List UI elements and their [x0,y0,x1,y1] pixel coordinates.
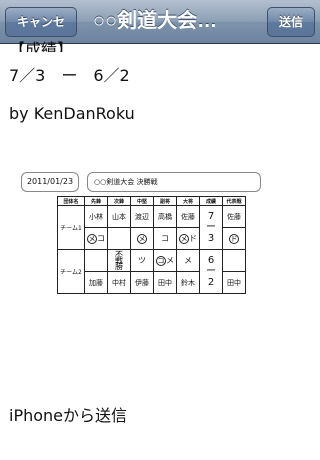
team2-player: 伊藤 [130,271,154,294]
score-sheet-image: 2011/01/23 ○○剣道大会 決勝戦 団体名 先鋒 次鋒 中堅 副将 大将… [21,170,261,324]
results-score: 7／3 ー 6／2 [9,66,130,85]
team1-daihyo-player: 佐藤 [222,205,246,228]
ippon-circle: メ [179,234,189,244]
team1-name: チーム1 [57,205,85,250]
ippon-circle: メ [137,233,147,244]
team2-player: 鈴木 [176,271,200,294]
waza-text: コ [161,234,169,243]
team2-waza-row: チーム2 不戦勝 ツ コメ メ 6 ー 2 [57,249,246,294]
team1-points: 3 [207,233,215,244]
waza-cell: コ [153,227,177,250]
header-row: 団体名 先鋒 次鋒 中堅 副将 大将 成績 代表戦 [57,196,246,206]
team1-player: 渡辺 [130,205,154,228]
team1-player: 山本 [107,205,131,228]
daihyo-waza-cell [222,249,246,272]
ippon-circle: ド [229,233,239,244]
waza-cell: メコ [84,227,108,250]
match-date: 2011/01/23 [21,172,79,192]
fusensho-cell: 不戦勝 [107,249,131,272]
results-heading: 【成績】 [9,40,74,52]
cancel-button[interactable]: キャンセル [5,7,77,57]
waza-text: メ [166,256,174,265]
header-daihyo: 代表戦 [222,196,246,206]
waza-text: メ [184,256,192,265]
send-button[interactable]: 送信 [267,7,315,37]
waza-cell [107,227,131,250]
ippon-circle: メ [87,234,97,244]
header-team: 団体名 [57,196,85,206]
waza-cell [84,249,108,272]
waza-text: コ [97,234,105,243]
team1-player: 佐藤 [176,205,200,228]
header-result: 成績 [199,196,223,206]
team2-daihyo-player: 田中 [222,271,246,294]
ippon-circle: コ [156,256,166,266]
daihyo-waza-cell: ド [222,227,246,250]
score-dash: ー [206,222,216,233]
team2-points: 2 [207,277,215,288]
score-dash: ー [206,266,216,277]
team1-players-row: チーム1 小林 山本 渡辺 高橋 佐藤 7 ー 3 佐藤 [57,205,246,250]
header-taisho: 大将 [176,196,200,206]
team1-player: 高橋 [153,205,177,228]
team1-result: 7 ー 3 [199,205,223,250]
team2-player: 中村 [107,271,131,294]
team2-player: 加藤 [84,271,108,294]
waza-cell: メ [130,227,154,250]
waza-cell: コメ [153,249,177,272]
team2-player: 田中 [153,271,177,294]
waza-cell: メド [176,227,200,250]
waza-text: ツ [138,256,146,265]
signature: iPhoneから送信 [9,406,128,425]
page-title: ○○剣道大会… [93,10,218,32]
waza-text: ド [189,234,197,243]
byline: by KenDanRoku [9,104,135,123]
team1-wins: 7 [207,211,215,222]
score-table: 団体名 先鋒 次鋒 中堅 副将 大将 成績 代表戦 チーム1 小林 山本 渡辺 … [57,196,246,294]
team2-wins: 6 [207,255,215,266]
team2-result: 6 ー 2 [199,249,223,294]
waza-cell: メ [176,249,200,272]
header-fukusho: 副将 [153,196,177,206]
header-jiho: 次鋒 [107,196,131,206]
header-senpo: 先鋒 [84,196,108,206]
team2-name: チーム2 [57,249,85,294]
header-chuken: 中堅 [130,196,154,206]
waza-cell: ツ [130,249,154,272]
match-name: ○○剣道大会 決勝戦 [87,172,261,192]
team1-player: 小林 [84,205,108,228]
